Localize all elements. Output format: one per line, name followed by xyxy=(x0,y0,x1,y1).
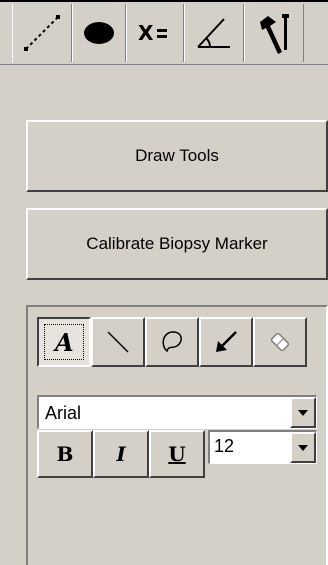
tab-measure-line[interactable] xyxy=(12,4,72,62)
size-dropdown-button[interactable] xyxy=(290,432,316,463)
tool-tabstrip: X xyxy=(0,4,328,64)
tab-angle[interactable] xyxy=(184,4,244,62)
italic-button[interactable]: I xyxy=(93,430,149,478)
bold-button[interactable]: B xyxy=(37,430,93,478)
text-tool-button[interactable]: A xyxy=(37,317,91,367)
calibrate-biopsy-marker-button[interactable]: Calibrate Biopsy Marker xyxy=(26,208,328,280)
italic-label: I xyxy=(116,442,126,466)
tab-formula[interactable]: X xyxy=(126,4,184,62)
text-tool-icon: A xyxy=(53,328,74,357)
bold-label: B xyxy=(56,442,74,466)
line-tool-icon xyxy=(107,331,129,353)
top-border xyxy=(0,0,328,2)
tab-tools[interactable] xyxy=(244,4,304,62)
draw-tools-label: Draw Tools xyxy=(135,146,219,165)
tools-icon xyxy=(260,14,289,54)
underline-button[interactable]: U xyxy=(149,430,205,478)
eraser-tool-icon xyxy=(270,332,290,352)
freehand-tool-button[interactable] xyxy=(145,317,199,367)
font-select-value: Arial xyxy=(45,403,82,423)
font-dropdown-button[interactable] xyxy=(290,397,316,428)
line-measure-icon xyxy=(24,15,60,51)
font-size-value: 12 xyxy=(214,436,235,456)
arrow-tool-icon xyxy=(216,331,237,352)
eraser-tool-button[interactable] xyxy=(253,317,307,367)
chevron-down-icon xyxy=(298,409,308,416)
tab-baseline xyxy=(0,64,328,65)
freehand-tool-icon xyxy=(162,331,182,353)
text-tool-glyph: A xyxy=(53,328,74,357)
line-tool-button[interactable] xyxy=(91,317,145,367)
underline-label: U xyxy=(168,442,186,466)
font-select[interactable]: Arial xyxy=(37,395,317,429)
tab-ellipse[interactable] xyxy=(72,4,126,62)
font-size-select[interactable]: 12 xyxy=(208,430,317,464)
draw-tools-button[interactable]: Draw Tools xyxy=(26,120,328,192)
arrow-tool-button[interactable] xyxy=(199,317,253,367)
calibrate-label: Calibrate Biopsy Marker xyxy=(86,234,268,253)
angle-icon xyxy=(197,18,230,48)
formula-icon: X xyxy=(138,21,167,45)
ellipse-icon xyxy=(84,22,114,44)
svg-text:X: X xyxy=(138,21,154,45)
chevron-down-icon xyxy=(298,444,308,451)
